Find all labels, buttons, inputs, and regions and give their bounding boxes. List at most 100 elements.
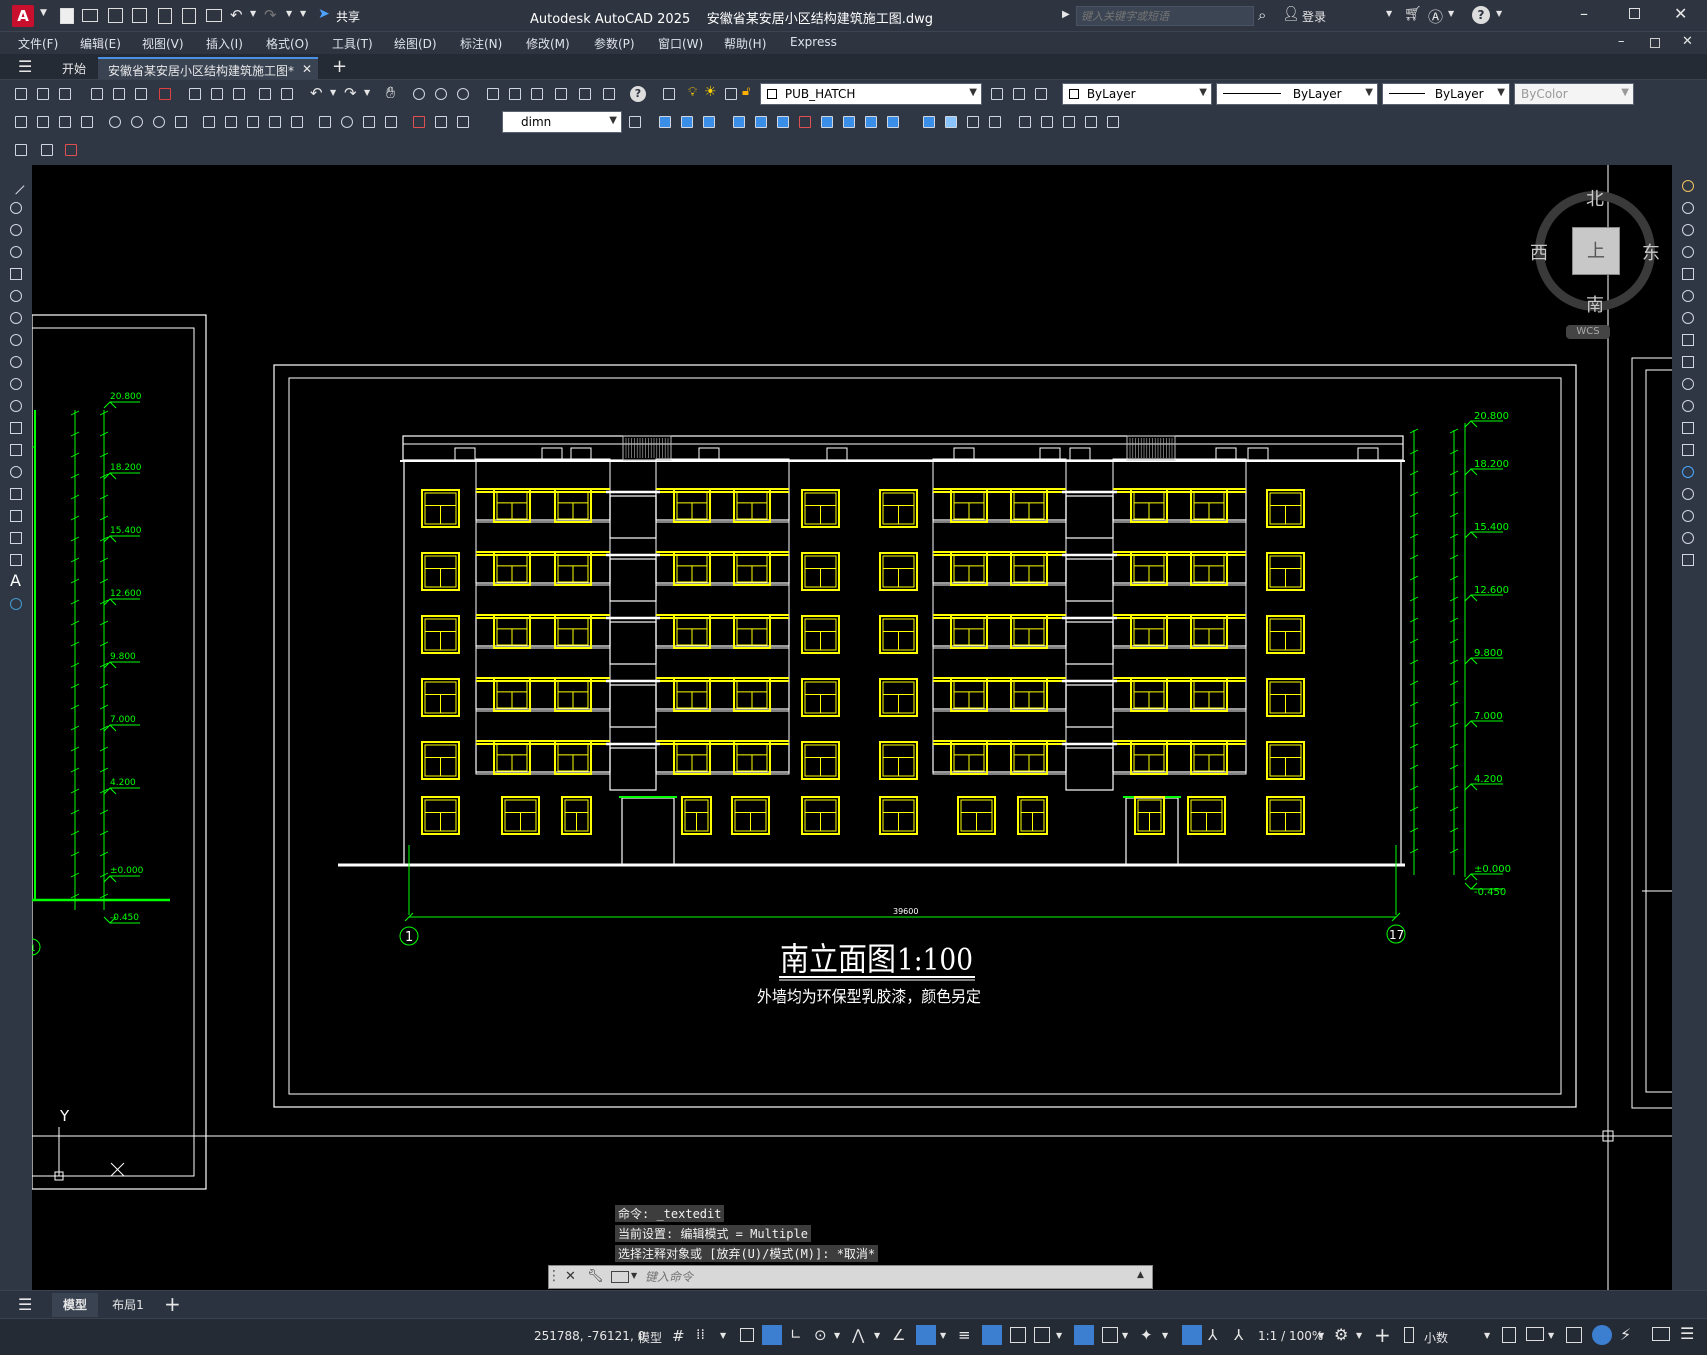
layout-menu-icon[interactable]: ☰ [18,1295,32,1314]
continue-dim-icon[interactable] [244,113,262,131]
undo-icon[interactable]: ↶ [230,6,243,24]
gizmo-icon[interactable]: ✦ [1140,1326,1153,1344]
scale-tool-icon[interactable] [1679,331,1697,349]
center-mark-icon[interactable] [338,113,356,131]
pan-icon[interactable]: ✋︎ [386,83,395,103]
3d-osnap-icon[interactable] [1034,1327,1050,1343]
make-current-icon[interactable] [988,85,1006,103]
compass-west[interactable]: 西 [1530,239,1548,265]
user-icon[interactable]: 👤︎ [1282,6,1300,22]
zoom-window-icon[interactable] [432,85,450,103]
menu-view[interactable]: 视图(V) [142,35,184,52]
isodraft-icon[interactable]: ⋀ [852,1326,864,1344]
blend-tool-icon[interactable] [1679,529,1697,547]
break-tool-icon[interactable] [1679,441,1697,459]
view-left-icon[interactable] [774,113,792,131]
command-input[interactable] [645,1268,1125,1286]
zoom-previous-icon[interactable] [454,85,472,103]
units-value[interactable]: 小数 [1424,1329,1448,1346]
dim-break-icon[interactable] [288,113,306,131]
view-top-icon[interactable] [752,113,770,131]
object-snap-tracking-icon[interactable]: ∠ [892,1326,905,1344]
layer-lock-icon[interactable]: 🔓︎ [742,84,750,99]
isolate-objects-icon[interactable] [1566,1327,1582,1343]
dim-edit-icon[interactable] [410,113,428,131]
hatch-icon[interactable] [7,485,25,503]
continuous-orbit-icon[interactable] [700,113,718,131]
jogged-dim-icon[interactable] [128,113,146,131]
radius-dim-icon[interactable] [106,113,124,131]
command-recent-icon[interactable] [611,1271,629,1283]
new-tab-icon[interactable]: + [332,56,347,77]
add-layout-icon[interactable]: + [164,1292,181,1316]
tab-start[interactable]: 开始 [52,57,96,79]
rotate-tool-icon[interactable] [1679,309,1697,327]
hardware-acceleration-icon[interactable]: ⚡︎ [1620,1325,1631,1344]
zoom-realtime-icon[interactable] [410,85,428,103]
undo-toolbar-icon[interactable]: ↶ [310,84,323,102]
share-button[interactable]: 共享 [336,8,360,25]
line-tool-icon[interactable] [7,177,25,195]
ucs-3point-icon[interactable] [1104,113,1122,131]
drawing-svg[interactable]: 20.800 18.200 15.400 12.600 9.800 7.000 … [32,165,1672,1290]
menu-express[interactable]: Express [790,35,837,49]
offset-tool-icon[interactable] [1679,243,1697,261]
stretch-tool-icon[interactable] [1679,353,1697,371]
open-icon[interactable] [34,85,52,103]
dim-text-edit-icon[interactable] [432,113,450,131]
save-icon[interactable] [108,8,123,23]
point-icon[interactable] [7,463,25,481]
ucs-icon[interactable] [1016,113,1034,131]
menu-modify[interactable]: 修改(M) [526,35,570,52]
dim-update-icon[interactable] [454,113,472,131]
lineweight-dropdown[interactable]: ByLayer ▼ [1382,83,1510,105]
free-orbit-icon[interactable] [678,113,696,131]
drawing-canvas[interactable]: 20.800 18.200 15.400 12.600 9.800 7.000 … [32,165,1672,1290]
help-caret-icon[interactable]: ▼ [1496,9,1502,18]
menu-parametric[interactable]: 参数(P) [594,35,635,52]
units-caret-icon[interactable]: ▼ [1484,1331,1490,1340]
layout-viewport-icon[interactable] [12,141,30,159]
copy-tool-icon[interactable] [1679,199,1697,217]
doc-minimize-button[interactable]: – [1618,34,1625,49]
menu-window[interactable]: 窗口(W) [658,35,703,52]
ordinate-dim-icon[interactable] [78,113,96,131]
menu-dimension[interactable]: 标注(N) [460,35,502,52]
3d-print-icon[interactable] [156,85,174,103]
diameter-dim-icon[interactable] [150,113,168,131]
close-window-button[interactable]: ✕ [1674,4,1687,23]
inspection-icon[interactable] [360,113,378,131]
dimstyle-dropdown[interactable]: dimn ▼ [502,111,622,133]
coordinates-readout[interactable]: 251788, -76121, 0 [534,1329,645,1343]
open-file-icon[interactable] [82,9,98,22]
menu-format[interactable]: 格式(O) [266,35,309,52]
publish-icon[interactable] [132,85,150,103]
plot-icon[interactable] [206,9,222,22]
help-icon[interactable]: ? [1472,6,1490,24]
multiline-text-icon[interactable]: A [10,571,21,590]
new-icon[interactable] [12,85,30,103]
search-icon[interactable]: ⌕ [1258,6,1266,24]
annotation-monitor-icon[interactable]: + [1374,1323,1391,1347]
copy-icon[interactable] [208,85,226,103]
save-as-icon[interactable] [132,8,147,23]
viewcube[interactable]: 上 北 南 西 东 WCS [1530,185,1660,339]
layer-viewport-icon[interactable] [722,85,740,103]
grid-icon[interactable]: # [672,1327,685,1345]
angular-dim-icon[interactable] [172,113,190,131]
command-grip-icon[interactable]: ⋮ [547,1268,561,1284]
realistic-icon[interactable] [942,113,960,131]
layer-state-icon[interactable] [1032,85,1050,103]
transparency-icon[interactable] [982,1325,1002,1345]
construction-line-icon[interactable] [7,199,25,217]
visual-style-icon[interactable] [920,113,938,131]
tolerance-icon[interactable] [316,113,334,131]
arc-length-dim-icon[interactable] [56,113,74,131]
move-tool-icon[interactable] [1679,287,1697,305]
quick-properties-icon[interactable] [1502,1327,1516,1343]
view-back-icon[interactable] [840,113,858,131]
polyline-icon[interactable] [7,221,25,239]
command-close-icon[interactable]: ✕ [565,1269,576,1284]
break-point-icon[interactable] [1679,419,1697,437]
wcs-menu[interactable]: WCS [1566,325,1610,339]
